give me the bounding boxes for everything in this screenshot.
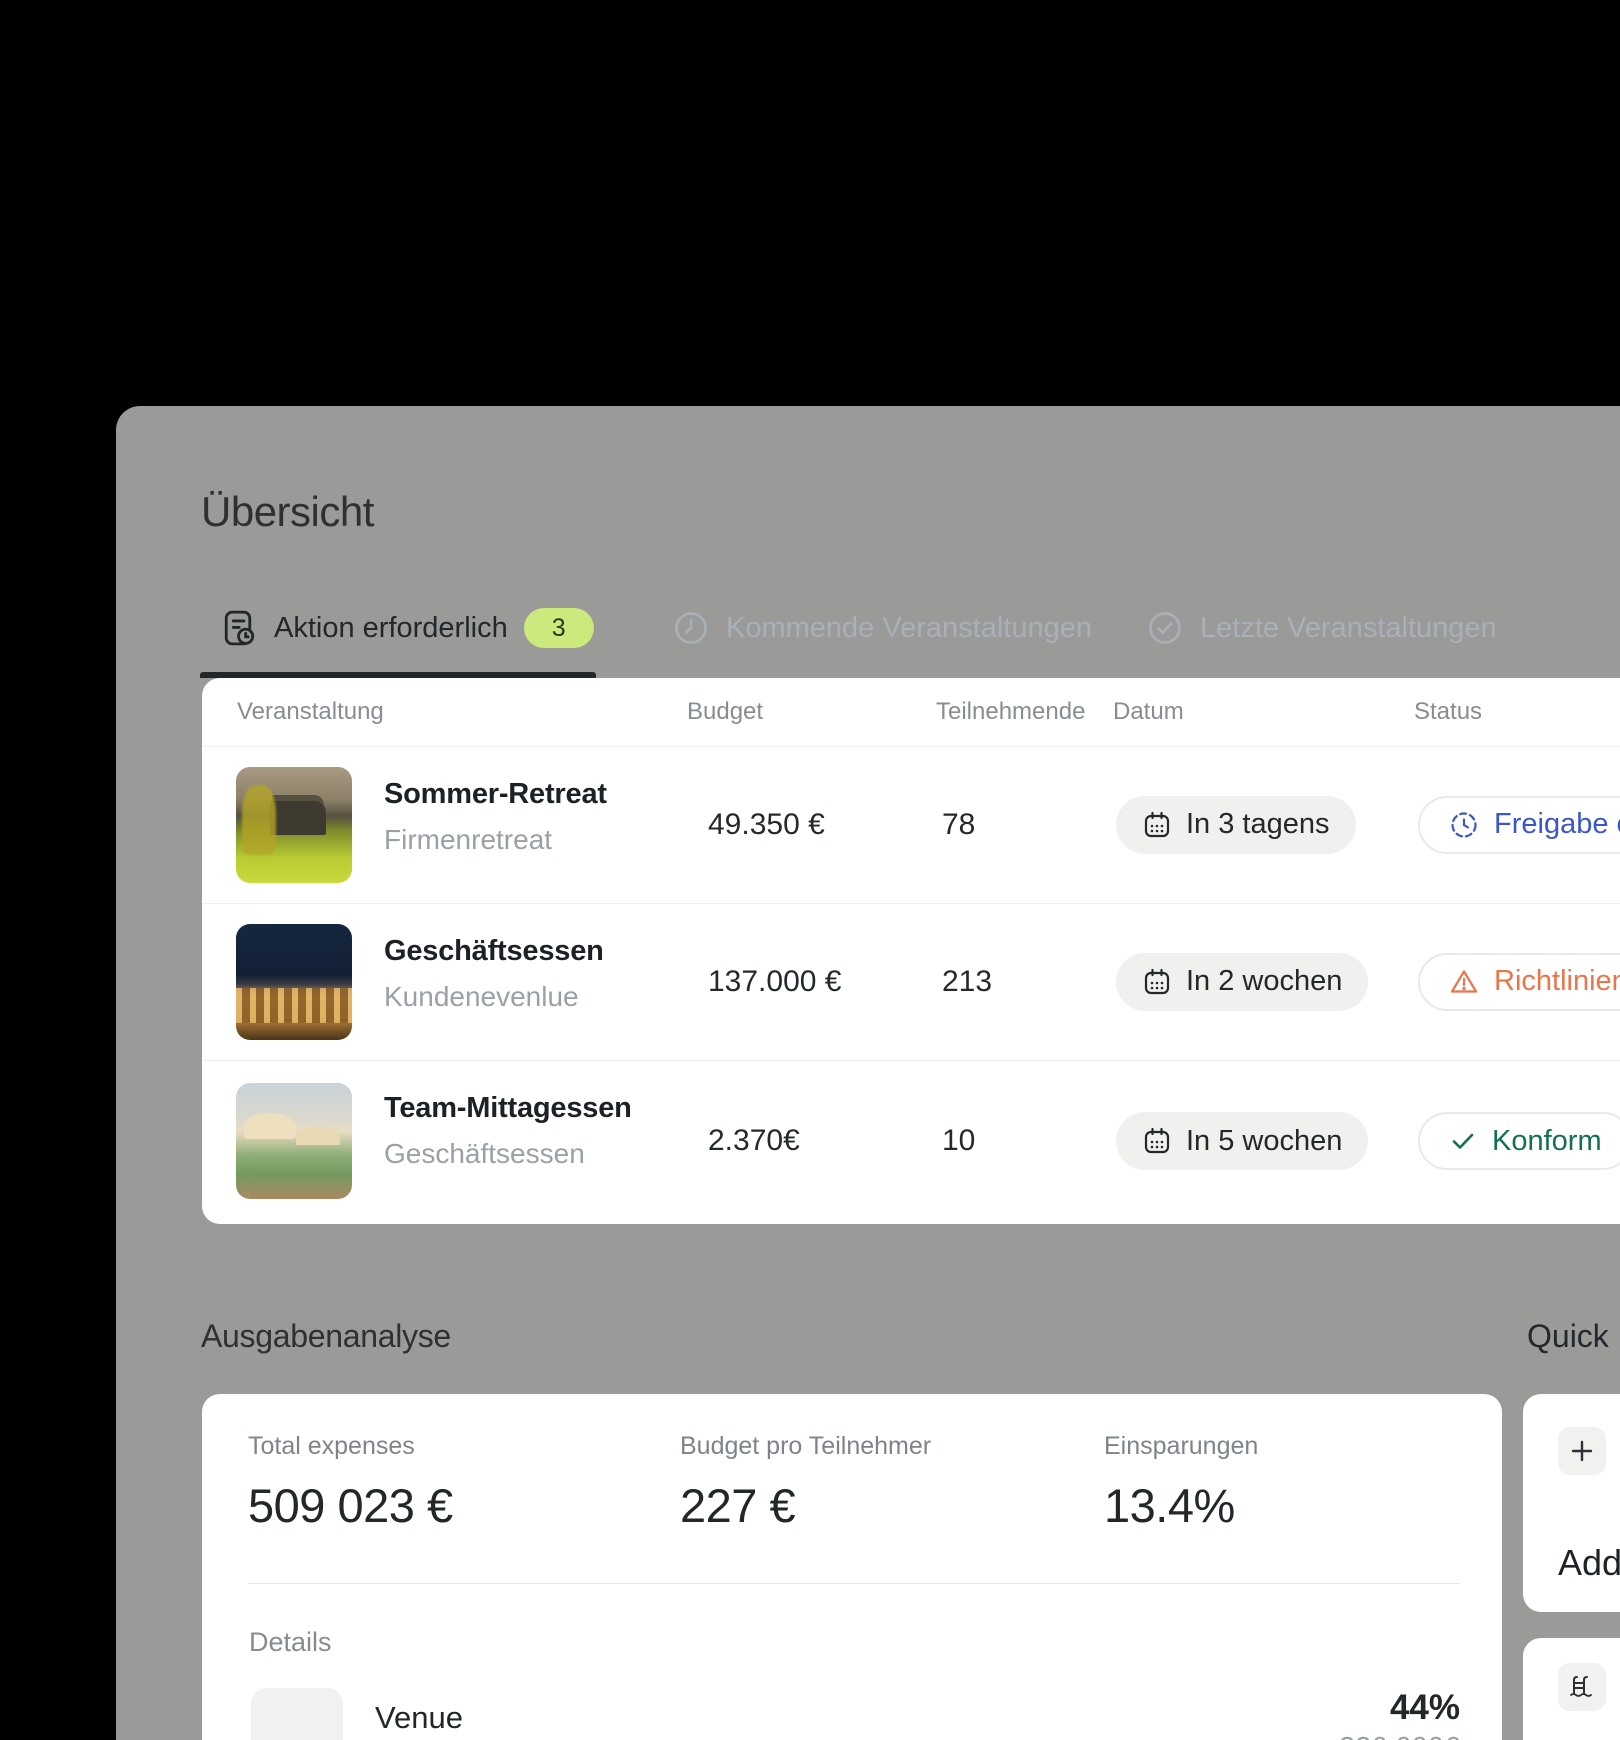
quick-action-venue-card[interactable] xyxy=(1523,1638,1620,1740)
calendar-icon xyxy=(1142,810,1172,840)
stat-value-savings: 13.4% xyxy=(1104,1478,1235,1533)
quick-action-add-card[interactable]: Add xyxy=(1523,1394,1620,1612)
event-thumbnail-retreat xyxy=(236,767,352,883)
col-header-datum: Datum xyxy=(1113,698,1184,726)
calendar-icon xyxy=(1142,967,1172,997)
venue-building-icon xyxy=(275,1736,319,1740)
quick-action-label: Add xyxy=(1558,1542,1620,1584)
stat-label-budget-per-attendee: Budget pro Teilnehmer xyxy=(680,1432,931,1461)
calendar-icon xyxy=(1142,1126,1172,1156)
details-label: Details xyxy=(249,1627,332,1658)
event-thumbnail-dinner xyxy=(236,924,352,1040)
date-chip-label: In 5 wochen xyxy=(1186,1125,1342,1158)
event-name: Sommer-Retreat xyxy=(384,778,607,811)
tab-kommende-veranstaltungen[interactable]: Kommende Veranstaltungen xyxy=(672,604,1092,652)
tab-label: Letzte Veranstaltungen xyxy=(1200,612,1497,645)
event-name: Team-Mittagessen xyxy=(384,1092,632,1125)
stat-value-budget-per-attendee: 227 € xyxy=(680,1478,795,1533)
tab-label: Aktion erforderlich xyxy=(274,612,508,645)
stat-value-total-expenses: 509 023 € xyxy=(248,1478,453,1533)
status-badge: Konform xyxy=(1418,1112,1620,1170)
col-header-status: Status xyxy=(1414,698,1482,726)
event-category: Firmenretreat xyxy=(384,824,552,856)
page-title: Übersicht xyxy=(201,488,374,536)
event-budget: 137.000 € xyxy=(708,965,841,999)
pool-ladder-icon-box[interactable] xyxy=(1558,1663,1606,1711)
detail-item-label: Venue xyxy=(375,1700,463,1736)
col-header-budget: Budget xyxy=(687,698,763,726)
tab-aktion-erforderlich[interactable]: Aktion erforderlich 3 xyxy=(218,604,594,652)
status-label: Konform xyxy=(1492,1125,1602,1158)
date-chip-label: In 3 tagens xyxy=(1186,808,1330,841)
event-attendees: 78 xyxy=(942,808,975,842)
document-clock-icon xyxy=(218,608,258,648)
clock-dashed-icon xyxy=(1448,809,1480,841)
table-row[interactable]: Sommer-Retreat Firmenretreat 49.350 € 78… xyxy=(202,746,1620,903)
status-badge: Freigabe erf xyxy=(1418,796,1620,854)
venue-icon-box xyxy=(251,1688,343,1740)
plus-icon xyxy=(1568,1437,1596,1465)
tab-label: Kommende Veranstaltungen xyxy=(726,612,1092,645)
status-badge: Richtlinienw xyxy=(1418,953,1620,1011)
screenshot-canvas: Übersicht Aktion erforderlich 3 Kommende… xyxy=(0,0,1620,1740)
detail-item-percent: 44% xyxy=(1390,1688,1460,1728)
stat-label-savings: Einsparungen xyxy=(1104,1432,1258,1461)
section-title-quick-actions: Quick xyxy=(1527,1318,1620,1355)
table-row[interactable]: Geschäftsessen Kundenevenlue 137.000 € 2… xyxy=(202,903,1620,1060)
clock-icon xyxy=(672,609,710,647)
table-row[interactable]: Team-Mittagessen Geschäftsessen 2.370€ 1… xyxy=(202,1060,1620,1222)
check-circle-icon xyxy=(1146,609,1184,647)
tab-count-badge: 3 xyxy=(524,608,594,648)
event-attendees: 10 xyxy=(942,1124,975,1158)
tab-letzte-veranstaltungen[interactable]: Letzte Veranstaltungen xyxy=(1146,604,1497,652)
warning-triangle-icon xyxy=(1448,966,1480,998)
col-header-teilnehmende: Teilnehmende xyxy=(936,698,1085,726)
event-budget: 2.370€ xyxy=(708,1124,800,1158)
event-thumbnail-terrace xyxy=(236,1083,352,1199)
plus-icon-box[interactable] xyxy=(1558,1427,1606,1475)
detail-item-amount: 226 000€ xyxy=(1339,1732,1460,1740)
event-category: Geschäftsessen xyxy=(384,1138,585,1170)
check-icon xyxy=(1448,1126,1478,1156)
date-chip: In 5 wochen xyxy=(1116,1112,1368,1170)
expense-analysis-card: Total expenses 509 023 € Budget pro Teil… xyxy=(202,1394,1502,1740)
stat-label-total-expenses: Total expenses xyxy=(248,1432,415,1461)
status-label: Freigabe erf xyxy=(1494,808,1620,841)
event-name: Geschäftsessen xyxy=(384,935,604,968)
pool-ladder-icon xyxy=(1568,1673,1596,1701)
event-budget: 49.350 € xyxy=(708,808,825,842)
analysis-divider xyxy=(248,1583,1460,1584)
col-header-veranstaltung: Veranstaltung xyxy=(237,698,384,726)
status-label: Richtlinienw xyxy=(1494,965,1620,998)
section-title-ausgabenanalyse: Ausgabenanalyse xyxy=(201,1318,451,1355)
events-table: Veranstaltung Budget Teilnehmende Datum … xyxy=(202,678,1620,1224)
event-attendees: 213 xyxy=(942,965,992,999)
date-chip-label: In 2 wochen xyxy=(1186,965,1342,998)
date-chip: In 2 wochen xyxy=(1116,953,1368,1011)
date-chip: In 3 tagens xyxy=(1116,796,1356,854)
event-category: Kundenevenlue xyxy=(384,981,579,1013)
